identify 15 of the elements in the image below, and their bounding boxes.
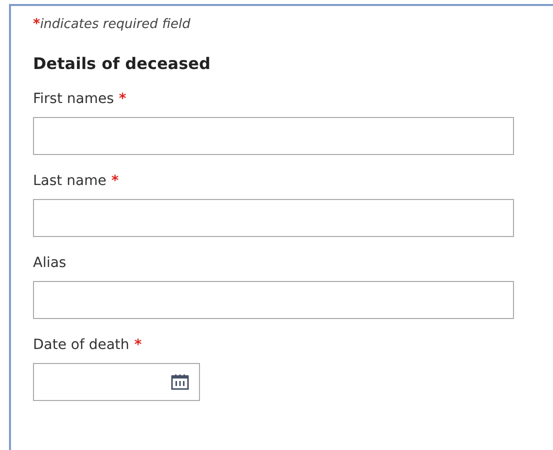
- field-label: First names: [33, 91, 114, 107]
- field-label: Last name: [33, 173, 106, 189]
- required-note: indicates required field: [40, 17, 190, 32]
- section-title: Details of deceased: [33, 54, 212, 73]
- field-label: Date of death: [33, 337, 130, 353]
- text-field[interactable]: [33, 281, 514, 319]
- text-field[interactable]: [33, 117, 514, 155]
- date-field[interactable]: [33, 363, 200, 401]
- required-mark: *: [111, 173, 119, 189]
- text-field[interactable]: [33, 199, 514, 237]
- field-label: Alias: [33, 255, 66, 271]
- calendar-icon[interactable]: [171, 374, 189, 390]
- required-mark: *: [118, 91, 126, 107]
- required-mark: *: [134, 337, 142, 353]
- required-mark: *: [33, 16, 40, 32]
